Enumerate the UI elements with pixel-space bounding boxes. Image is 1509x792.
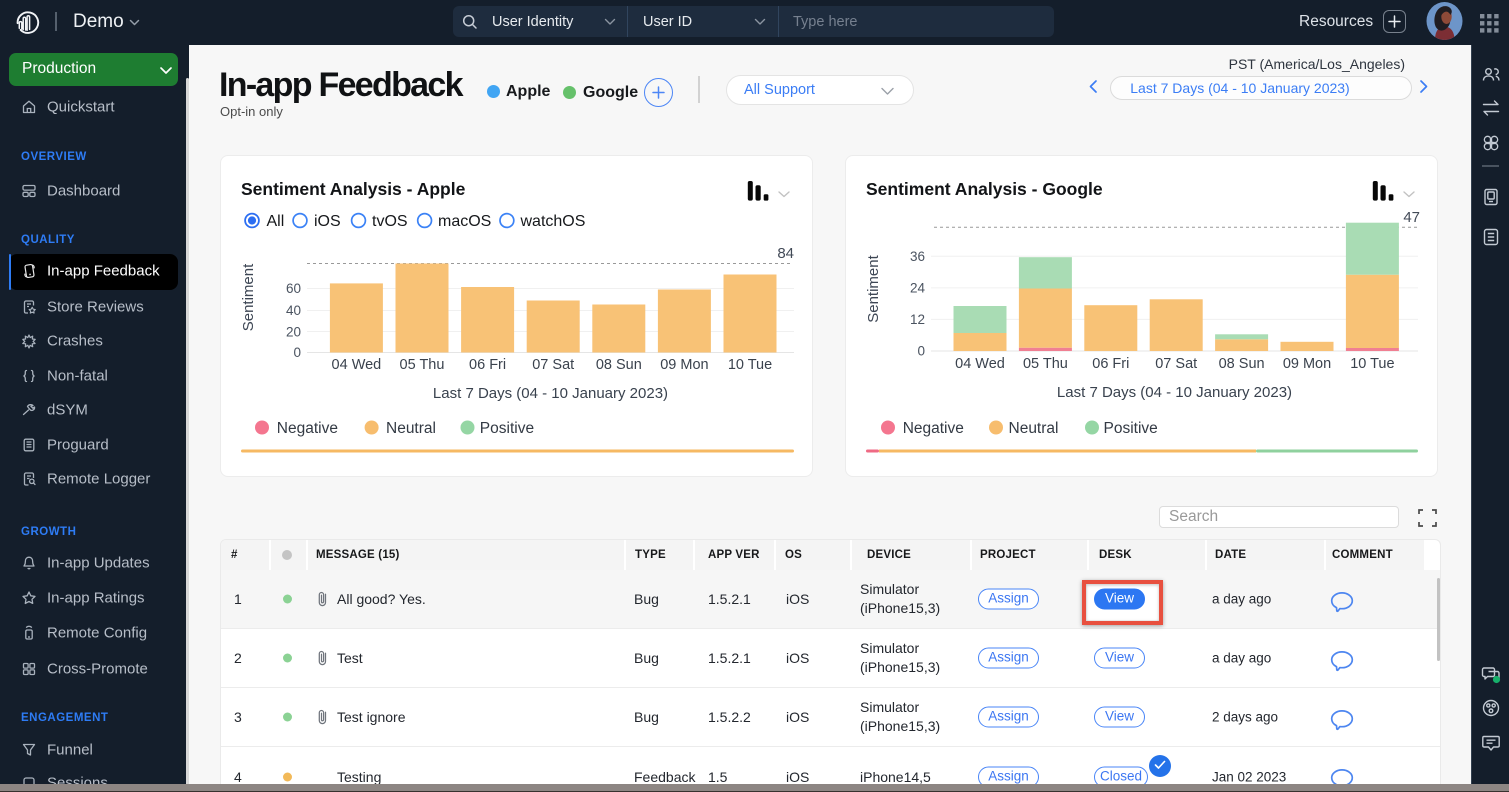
svg-text:09 Mon: 09 Mon xyxy=(1283,356,1331,372)
svg-text:0: 0 xyxy=(293,345,301,360)
svg-text:Sentiment: Sentiment xyxy=(865,254,882,322)
svg-text:07 Sat: 07 Sat xyxy=(1155,356,1197,372)
svg-text:Last 7 Days (04 - 10 January 2: Last 7 Days (04 - 10 January 2023) xyxy=(1057,384,1292,401)
svg-text:08 Sun: 08 Sun xyxy=(1219,356,1265,372)
svg-text:0: 0 xyxy=(917,344,925,359)
svg-text:20: 20 xyxy=(286,325,301,340)
svg-text:Sentiment: Sentiment xyxy=(240,263,257,331)
svg-text:Negative: Negative xyxy=(277,420,338,437)
svg-text:36: 36 xyxy=(910,249,925,264)
svg-text:Last 7 Days (04 - 10 January 2: Last 7 Days (04 - 10 January 2023) xyxy=(433,385,668,402)
svg-text:05 Thu: 05 Thu xyxy=(1023,356,1068,372)
svg-text:04 Wed: 04 Wed xyxy=(955,356,1005,372)
svg-text:04 Wed: 04 Wed xyxy=(332,357,382,373)
svg-text:Neutral: Neutral xyxy=(386,420,436,437)
svg-text:05 Thu: 05 Thu xyxy=(400,357,445,373)
svg-text:07 Sat: 07 Sat xyxy=(532,357,574,373)
svg-text:40: 40 xyxy=(286,303,301,318)
svg-text:84: 84 xyxy=(777,245,794,262)
svg-text:10 Tue: 10 Tue xyxy=(1350,356,1394,372)
svg-text:Negative: Negative xyxy=(903,420,964,437)
svg-text:Positive: Positive xyxy=(480,420,534,437)
svg-text:08 Sun: 08 Sun xyxy=(596,357,642,373)
svg-text:60: 60 xyxy=(286,281,301,296)
svg-text:47: 47 xyxy=(1403,209,1420,226)
svg-text:06 Fri: 06 Fri xyxy=(469,357,506,373)
svg-text:09 Mon: 09 Mon xyxy=(660,357,708,373)
svg-text:Positive: Positive xyxy=(1104,420,1158,437)
svg-text:Neutral: Neutral xyxy=(1009,420,1059,437)
svg-text:10 Tue: 10 Tue xyxy=(728,357,772,373)
svg-text:06 Fri: 06 Fri xyxy=(1092,356,1129,372)
svg-text:24: 24 xyxy=(910,280,926,295)
svg-text:12: 12 xyxy=(910,312,925,327)
